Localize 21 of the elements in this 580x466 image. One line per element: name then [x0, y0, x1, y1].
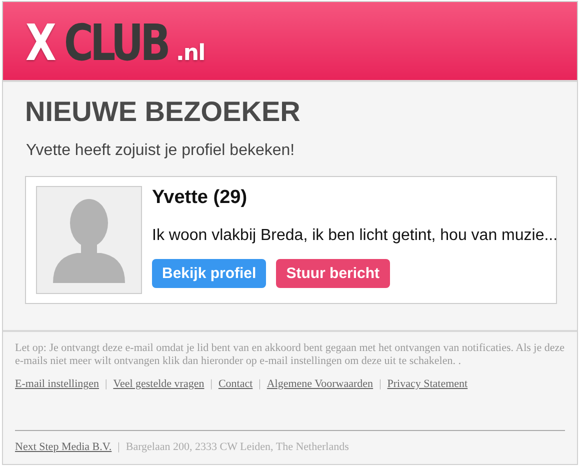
footer-link[interactable]: Contact [218, 378, 253, 390]
profile-name: Yvette (29) [152, 187, 248, 209]
separator: | [118, 441, 120, 453]
separator: | [258, 378, 261, 390]
address-text: Bargelaan 200, 2333 CW Leiden, The Netherlands [126, 441, 349, 453]
footer-link[interactable]: E-mail instellingen [15, 378, 100, 390]
heading: NIEUWE BEZOEKER [25, 96, 302, 128]
footer-link[interactable]: Veel gestelde vragen [113, 378, 204, 390]
subtitle: Yvette heeft zojuist je profiel bekeken! [26, 142, 296, 160]
separator: | [379, 378, 382, 390]
footer-link[interactable]: Privacy Statement [387, 378, 468, 390]
separator: | [105, 378, 108, 390]
company-link[interactable]: Next Step Media B.V. [15, 441, 112, 453]
view-profile-button[interactable]: Bekijk profiel [152, 259, 266, 288]
notice-text: Let op: Je ontvangt deze e-mail omdat je lid bent van en akkoord bent gegaan met het ontvangen van notificaties. Als je deze e-mails niet meer wilt ontvangen klik dan hieronder op e-mail instellingen om deze uit te schakelen. . [15, 342, 565, 368]
footer-link[interactable]: Algemene Voorwaarden [266, 378, 374, 390]
profile-bio: Ik woon vlakbij Breda, ik ben licht getint, hou van muzie... [152, 227, 558, 245]
avatar-icon [36, 186, 142, 294]
send-message-button[interactable]: Stuur bericht [276, 259, 390, 288]
separator: | [210, 378, 212, 390]
logo: X CLUB .nl [24, 14, 205, 72]
